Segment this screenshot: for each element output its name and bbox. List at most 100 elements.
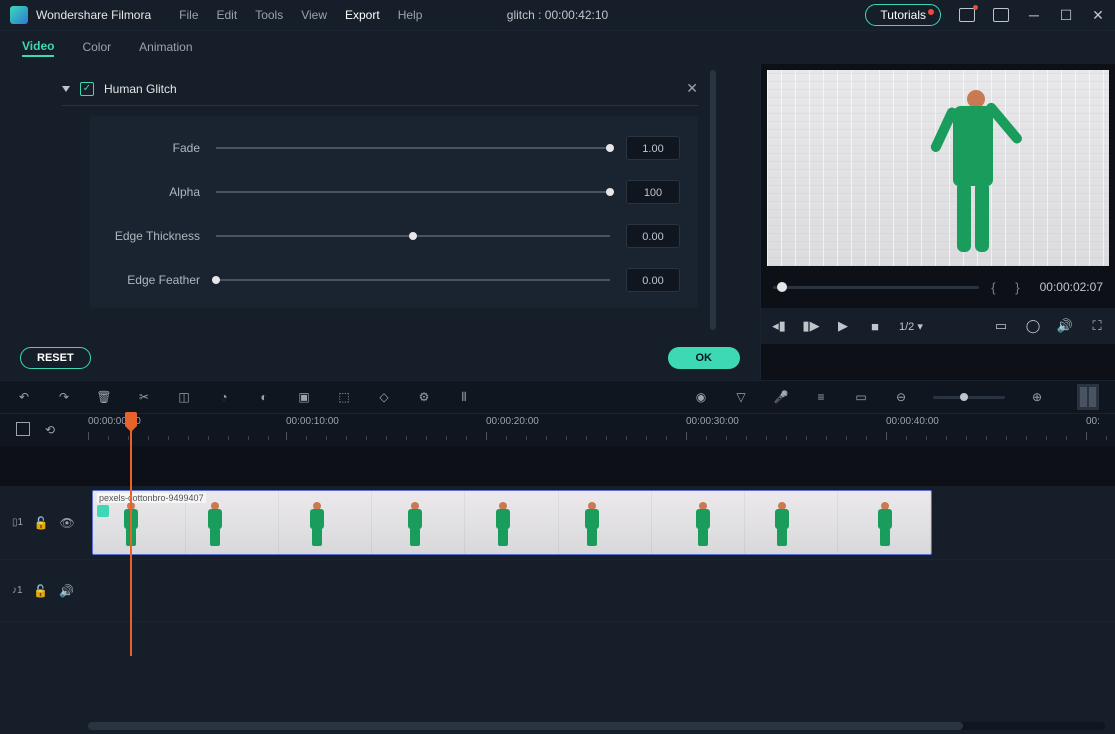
preview-scrubber-row: { } 00:00:02:07 — [761, 266, 1115, 308]
track-height-icon[interactable] — [1077, 384, 1099, 410]
video-track-header: ▯1 🔓 👁 — [0, 486, 88, 559]
zoom-in-icon[interactable]: ⊕ — [1029, 389, 1045, 405]
mixer-icon[interactable]: ≡ — [813, 389, 829, 405]
render-icon[interactable]: ◉ — [693, 389, 709, 405]
voiceover-icon[interactable]: 🎤 — [773, 389, 789, 405]
crop-icon[interactable]: ◫ — [176, 389, 192, 405]
reset-button[interactable]: RESET — [20, 347, 91, 369]
greenscreen-icon[interactable]: ▣ — [296, 389, 312, 405]
video-track-label: ▯1 — [12, 517, 23, 528]
preview-timecode: 00:00:02:07 — [1040, 280, 1103, 294]
timeline-h-scrollbar[interactable] — [88, 722, 1105, 730]
mute-icon[interactable]: 🔊 — [59, 583, 75, 599]
properties-panel: ✓ Human Glitch ✕ Fade 1.00 Alpha 100 Edg… — [0, 64, 760, 380]
project-title: glitch : 00:00:42:10 — [507, 8, 608, 22]
redo-icon[interactable]: ↷ — [56, 389, 72, 405]
menu-tools[interactable]: Tools — [255, 8, 283, 22]
remove-effect-icon[interactable]: ✕ — [686, 80, 698, 97]
timeline-toolbar: ↶ ↷ 🗑 ✂ ◫ ◔ ◐ ▣ ⬚ ◇ ⚙ ⦀ ◉ ▽ 🎤 ≡ ▭ ⊖ ⊕ — [0, 380, 1115, 414]
fullscreen-icon[interactable]: ⛶ — [1089, 318, 1105, 334]
menu-help[interactable]: Help — [398, 8, 423, 22]
effect-params: Fade 1.00 Alpha 100 Edge Thickness 0.00 … — [90, 116, 698, 308]
preview-panel: { } 00:00:02:07 ◂▮ ▮▶ ▶ ■ 1/2 ▾ ▭ ◯ 🔊 ⛶ — [760, 64, 1115, 380]
playback-speed[interactable]: 1/2 ▾ — [899, 320, 923, 333]
close-button[interactable]: ✕ — [1091, 8, 1105, 22]
param-label: Fade — [90, 141, 200, 155]
edge-feather-value[interactable]: 0.00 — [626, 268, 680, 292]
delete-icon[interactable]: 🗑 — [96, 389, 112, 405]
fade-slider[interactable] — [216, 141, 610, 155]
stop-icon[interactable]: ■ — [867, 318, 883, 334]
zoom-out-icon[interactable]: ⊖ — [893, 389, 909, 405]
scrollbar[interactable] — [710, 70, 716, 330]
effect-enabled-checkbox[interactable]: ✓ — [80, 82, 94, 96]
fade-value[interactable]: 1.00 — [626, 136, 680, 160]
param-edge-feather: Edge Feather 0.00 — [90, 268, 680, 292]
lock-icon[interactable]: 🔓 — [33, 583, 49, 599]
speed-icon[interactable]: ◔ — [216, 389, 232, 405]
menu-file[interactable]: File — [179, 8, 198, 22]
param-fade: Fade 1.00 — [90, 136, 680, 160]
in-out-brackets[interactable]: { } — [991, 280, 1027, 295]
edge-thickness-value[interactable]: 0.00 — [626, 224, 680, 248]
alpha-value[interactable]: 100 — [626, 180, 680, 204]
minimize-button[interactable]: ─ — [1027, 8, 1041, 22]
titlebar: Wondershare Filmora File Edit Tools View… — [0, 0, 1115, 30]
video-clip[interactable]: pexels-cottonbro-9499407 — [92, 490, 932, 555]
keyframe-icon[interactable]: ◇ — [376, 389, 392, 405]
track-manager-icon[interactable] — [16, 422, 30, 436]
play-pause-icon[interactable]: ▮▶ — [803, 318, 819, 334]
link-icon[interactable]: ⟲ — [42, 422, 58, 438]
lock-icon[interactable]: 🔓 — [33, 515, 49, 531]
timeline-ruler-row: ⟲ 00:00:00:0000:00:10:0000:00:20:0000:00… — [0, 414, 1115, 446]
clip-name-label: pexels-cottonbro-9499407 — [97, 493, 206, 503]
menu-edit[interactable]: Edit — [217, 8, 238, 22]
play-icon[interactable]: ▶ — [835, 318, 851, 334]
split-icon[interactable]: ✂ — [136, 389, 152, 405]
video-track: ▯1 🔓 👁 pexels-cottonbro-9499407 — [0, 486, 1115, 560]
maximize-button[interactable]: ☐ — [1059, 8, 1073, 22]
marker-icon[interactable]: ▽ — [733, 389, 749, 405]
video-track-body[interactable]: pexels-cottonbro-9499407 — [88, 486, 1115, 559]
audio-wave-icon[interactable]: ⦀ — [456, 389, 472, 405]
titlebar-right: Tutorials ─ ☐ ✕ — [865, 4, 1105, 26]
edge-thickness-slider[interactable] — [216, 229, 610, 243]
tutorials-button[interactable]: Tutorials — [865, 4, 941, 26]
undo-icon[interactable]: ↶ — [16, 389, 32, 405]
alpha-slider[interactable] — [216, 185, 610, 199]
preview-scrubber[interactable] — [773, 286, 979, 289]
selection-icon[interactable]: ⬚ — [336, 389, 352, 405]
effect-badge-icon — [97, 505, 109, 517]
app-logo-icon — [10, 6, 28, 24]
playhead[interactable] — [130, 414, 132, 656]
timeline-ruler[interactable]: 00:00:00:0000:00:10:0000:00:20:0000:00:3… — [88, 414, 1099, 446]
volume-icon[interactable]: 🔊 — [1057, 318, 1073, 334]
visibility-icon[interactable]: 👁 — [59, 515, 75, 531]
subtitle-icon[interactable]: ▭ — [853, 389, 869, 405]
snapshot-icon[interactable]: ◯ — [1025, 318, 1041, 334]
param-label: Alpha — [90, 185, 200, 199]
display-quality-icon[interactable]: ▭ — [993, 318, 1009, 334]
edge-feather-slider[interactable] — [216, 273, 610, 287]
menu-view[interactable]: View — [301, 8, 327, 22]
audio-track-body[interactable] — [88, 560, 1115, 621]
ok-button[interactable]: OK — [668, 347, 741, 369]
tab-color[interactable]: Color — [82, 40, 111, 56]
param-alpha: Alpha 100 — [90, 180, 680, 204]
preview-viewport[interactable] — [767, 70, 1109, 266]
tab-animation[interactable]: Animation — [139, 40, 192, 56]
param-label: Edge Thickness — [90, 229, 200, 243]
zoom-slider[interactable] — [933, 396, 1005, 399]
param-label: Edge Feather — [90, 273, 200, 287]
adjust-icon[interactable]: ⚙ — [416, 389, 432, 405]
step-back-icon[interactable]: ◂▮ — [771, 318, 787, 334]
menu-bar: File Edit Tools View Export Help — [179, 8, 422, 22]
task-list-icon[interactable] — [993, 8, 1009, 22]
effect-title: Human Glitch — [104, 82, 177, 96]
app-name: Wondershare Filmora — [36, 8, 151, 22]
color-icon[interactable]: ◐ — [256, 389, 272, 405]
menu-export[interactable]: Export — [345, 8, 380, 22]
tab-video[interactable]: Video — [22, 39, 54, 57]
messages-icon[interactable] — [959, 8, 975, 22]
collapse-caret-icon[interactable] — [62, 86, 70, 92]
